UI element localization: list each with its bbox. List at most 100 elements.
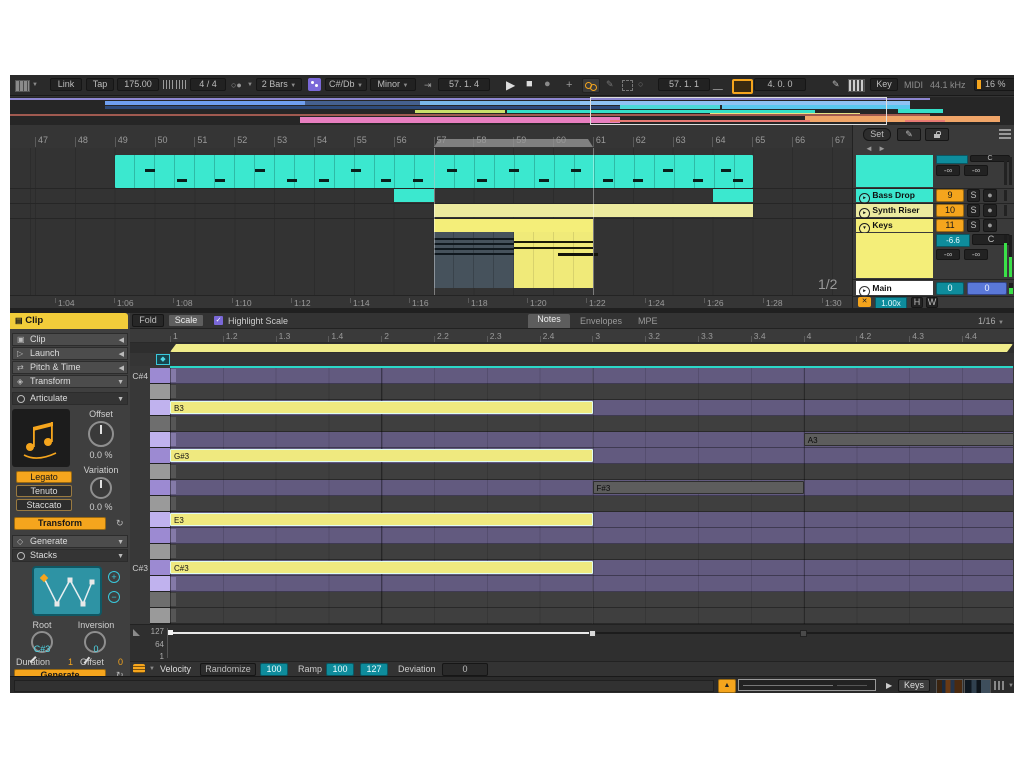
beat-label[interactable]: 1 [173, 331, 178, 341]
punch-in-icon[interactable] [712, 80, 729, 90]
track-header-main[interactable]: ▸ Main 0 0 [853, 281, 1014, 297]
minute-second-ruler[interactable]: 1:041:061:081:101:121:141:161:181:201:22… [10, 295, 852, 309]
ramp-to-value[interactable]: 127 [360, 663, 388, 676]
nudge-down-icon[interactable] [163, 80, 173, 89]
tap-tempo-button[interactable]: Tap [86, 78, 114, 91]
editor-beat-ruler[interactable]: 11.21.31.422.22.32.433.23.33.444.24.34.4 [130, 329, 1014, 343]
offset-knob[interactable] [88, 421, 114, 447]
section-pitch-time[interactable]: ⇄Pitch & Time◀ [12, 361, 128, 374]
width-button[interactable]: W [926, 297, 938, 308]
lane-options-icon[interactable] [999, 129, 1011, 139]
solo-button[interactable]: S [967, 204, 980, 217]
beat-label[interactable]: 4.2 [859, 331, 871, 341]
piano-key[interactable] [150, 512, 170, 528]
section-generate[interactable]: ◇Generate▼ [12, 535, 128, 548]
lock-envelopes-button[interactable] [925, 128, 949, 141]
send-a-box[interactable]: -∞ [936, 165, 960, 176]
bar-number[interactable]: 51 [197, 135, 207, 145]
re-enable-automation-icon[interactable]: ○ [638, 79, 643, 89]
tab-envelopes[interactable]: Envelopes [580, 316, 622, 326]
track-activator[interactable]: 9 [936, 189, 964, 202]
arm-button[interactable]: ● [983, 219, 997, 232]
beat-label[interactable]: 4.4 [965, 331, 977, 341]
beat-label[interactable]: 4 [807, 331, 812, 341]
velocity-lane-label[interactable]: Velocity [160, 664, 191, 674]
track-unfold-icon[interactable]: ▸ [859, 286, 870, 297]
inversion-value[interactable]: 0 [68, 644, 124, 654]
stop-button[interactable]: ■ [526, 78, 533, 90]
track-unfold-icon[interactable]: ▸ [859, 208, 870, 219]
track-header-partial[interactable]: C -∞ -∞ [853, 155, 1014, 189]
section-transform[interactable]: ◈Transform▼ [12, 375, 128, 388]
piano-key[interactable] [150, 496, 170, 512]
bar-number[interactable]: 62 [636, 135, 646, 145]
beat-label[interactable]: 4.3 [912, 331, 924, 341]
link-button[interactable]: Link [50, 78, 82, 91]
beat-time-ruler[interactable]: 4748495051525354555657585960616263646566… [10, 125, 852, 149]
clip-keys-selected[interactable] [434, 232, 514, 288]
track-activator[interactable]: 11 [936, 219, 964, 232]
bar-number[interactable]: 61 [596, 135, 606, 145]
clip-keys-yellow[interactable] [514, 232, 593, 288]
record-button[interactable]: ● [544, 78, 551, 90]
bar-number[interactable]: 54 [317, 135, 327, 145]
beat-label[interactable]: 3 [595, 331, 600, 341]
piano-key[interactable] [150, 560, 170, 576]
track-unfold-icon[interactable]: ▸ [859, 193, 870, 204]
bar-number[interactable]: 48 [78, 135, 88, 145]
lane-resize-handle-icon[interactable] [133, 629, 140, 636]
piano-key[interactable] [150, 592, 170, 608]
lane-header-icon[interactable] [133, 664, 145, 673]
beat-label[interactable]: 2.2 [437, 331, 449, 341]
detail-scrollbar[interactable] [738, 679, 876, 691]
collapse-chevron-icon[interactable]: ◀ [119, 349, 124, 360]
track-header-bass-drop[interactable]: ▸ Bass Drop 9 S ● [853, 189, 1014, 204]
stacks-graph[interactable] [32, 566, 102, 616]
duration-value[interactable]: 1 [68, 657, 73, 667]
fold-button[interactable]: Fold [132, 314, 164, 327]
gen-offset-value[interactable]: 0 [118, 657, 123, 667]
clip-bass-drop-small[interactable] [394, 189, 434, 202]
piano-key[interactable] [150, 464, 170, 480]
clip-bass-drop-small[interactable] [713, 189, 753, 202]
crossfade-icon[interactable]: ✕ [858, 297, 871, 307]
track-activator[interactable]: 10 [936, 204, 964, 217]
meter-caret-icon[interactable]: ▼ [1008, 683, 1014, 689]
section-clip[interactable]: ▣Clip◀ [12, 333, 128, 346]
send-b-box[interactable]: -∞ [964, 165, 988, 176]
solo-button[interactable]: S [967, 219, 980, 232]
send-b-field[interactable]: -∞ [964, 249, 988, 260]
ramp-from-value[interactable]: 100 [326, 663, 354, 676]
nudge-up-icon[interactable] [176, 80, 186, 89]
expand-chevron-icon[interactable]: ▼ [117, 377, 124, 388]
bar-number[interactable]: 53 [277, 135, 287, 145]
output-meter-icon[interactable] [994, 681, 1006, 690]
piano-key[interactable] [150, 368, 170, 384]
bar-number[interactable]: 63 [676, 135, 686, 145]
bar-number[interactable]: 55 [357, 135, 367, 145]
volume-box-partial[interactable] [936, 155, 968, 164]
scale-button[interactable]: Scale [168, 314, 204, 327]
expand-chevron-icon[interactable]: ▼ [117, 537, 124, 548]
time-signature-field[interactable]: 4 / 4 [190, 78, 226, 91]
transform-refresh-icon[interactable]: ↻ [116, 518, 124, 529]
scale-name-menu[interactable]: Minor ▼ [370, 78, 416, 91]
velocity-ramp-bright[interactable] [170, 632, 592, 634]
main-pan[interactable]: 0 [967, 282, 1007, 295]
piano-key[interactable] [150, 608, 170, 624]
bar-number[interactable]: 50 [158, 135, 168, 145]
arrangement-overview[interactable] [10, 97, 1014, 126]
grid-value[interactable]: 1/16 ▼ [978, 316, 1004, 326]
bar-number[interactable]: 67 [835, 135, 845, 145]
velocity-lane[interactable]: 127 64 1 [130, 624, 1014, 661]
midi-arrangement-overdub-icon[interactable]: ✎ [832, 79, 840, 90]
piano-key[interactable] [150, 448, 170, 464]
beat-label[interactable]: 1.3 [279, 331, 291, 341]
midi-note[interactable]: B3 [170, 401, 593, 414]
tab-mpe[interactable]: MPE [638, 316, 658, 326]
tab-notes[interactable]: Notes [528, 314, 570, 328]
piano-key[interactable] [150, 544, 170, 560]
window-options-caret-icon[interactable]: ▼ [32, 82, 38, 88]
stacks-remove-button[interactable]: − [108, 591, 120, 603]
collapse-chevron-icon[interactable]: ◀ [119, 363, 124, 374]
